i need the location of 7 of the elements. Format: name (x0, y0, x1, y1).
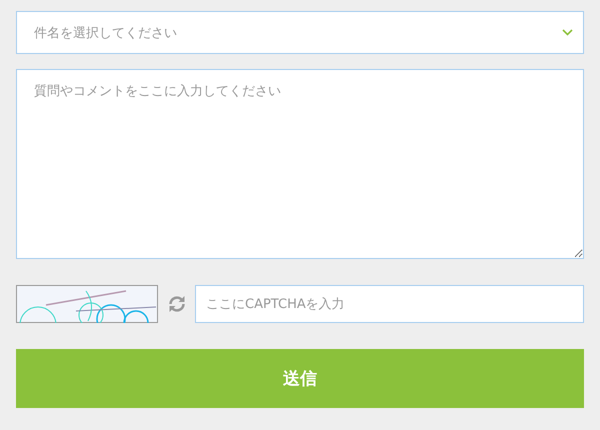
refresh-icon[interactable] (167, 294, 187, 314)
comment-field[interactable]: 質問やコメントをここに入力してください (16, 69, 584, 259)
subject-select[interactable]: 件名を選択してください (16, 11, 584, 54)
submit-button[interactable]: 送信 (16, 349, 584, 408)
chevron-down-icon (562, 29, 573, 36)
captcha-input-field[interactable]: ここにCAPTCHAを入力 (195, 285, 584, 323)
select-placeholder: 件名を選択してください (34, 24, 177, 42)
